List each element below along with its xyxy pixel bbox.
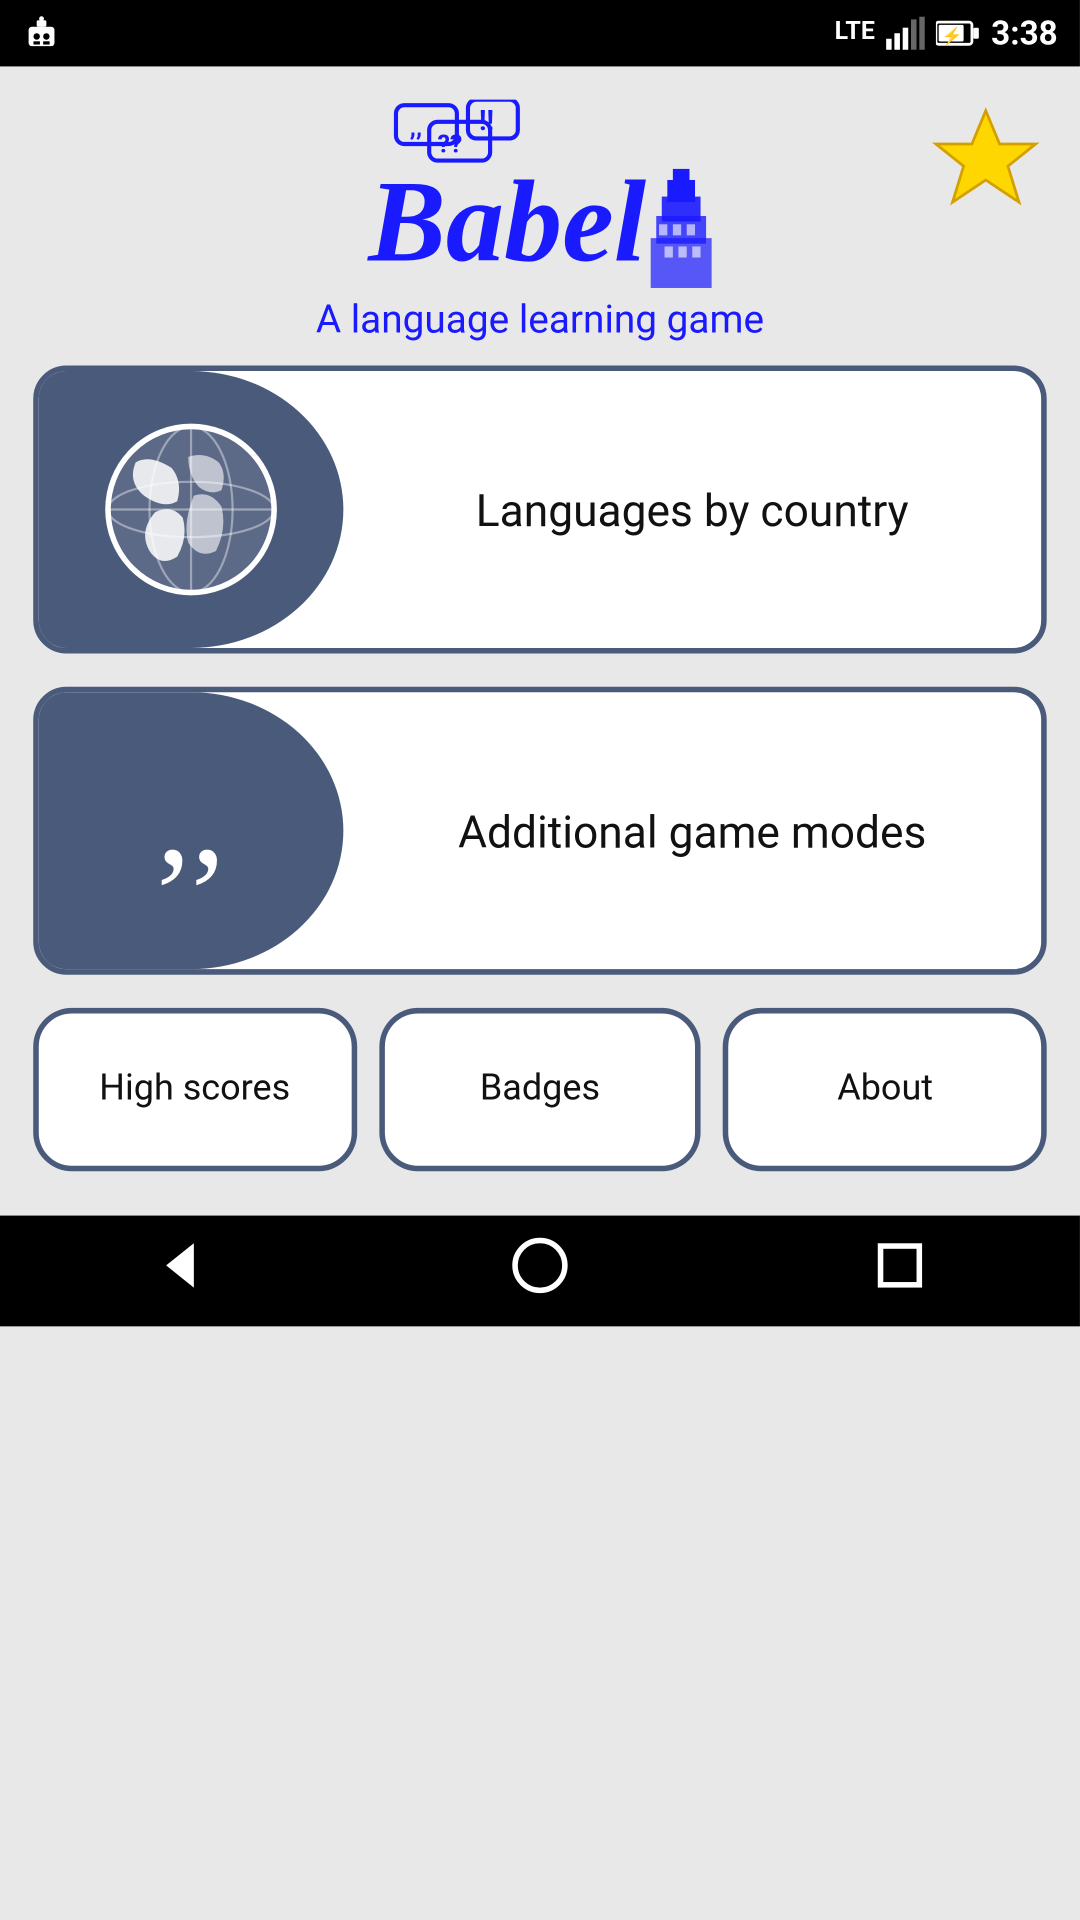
app-subtitle: A language learning game xyxy=(316,299,764,343)
home-button[interactable] xyxy=(509,1234,570,1309)
battery-icon: ⚡ xyxy=(936,19,980,47)
languages-by-country-card[interactable]: Languages by country xyxy=(33,366,1046,654)
svg-text:,,: ,, xyxy=(410,114,422,143)
logo-area: ,, !! ?? Babel xyxy=(316,100,764,344)
svg-text:⚡: ⚡ xyxy=(941,26,962,47)
globe-icon xyxy=(94,413,288,607)
svg-text:??: ?? xyxy=(438,130,463,159)
badges-button[interactable]: Badges xyxy=(378,1008,701,1171)
babel-logo: ,, !! ?? Babel xyxy=(318,100,761,294)
time-display: 3:38 xyxy=(991,14,1058,53)
languages-by-country-label: Languages by country xyxy=(343,371,1041,648)
quotes-icon: ,, xyxy=(156,748,225,886)
status-bar: LTE ⚡ 3:38 xyxy=(0,0,1080,66)
high-scores-button[interactable]: High scores xyxy=(33,1008,356,1171)
star-icon[interactable] xyxy=(925,100,1047,250)
status-bar-left xyxy=(22,14,61,53)
signal-icon xyxy=(886,17,925,50)
lte-indicator: LTE xyxy=(835,19,875,47)
recent-apps-button[interactable] xyxy=(869,1234,930,1309)
globe-icon-area xyxy=(39,371,344,648)
high-scores-label: High scores xyxy=(99,1069,290,1111)
svg-text:Babel: Babel xyxy=(366,157,646,286)
nav-bar xyxy=(0,1216,1080,1327)
status-bar-right: LTE ⚡ 3:38 xyxy=(835,14,1058,53)
header: ,, !! ?? Babel xyxy=(33,100,1046,344)
back-button[interactable] xyxy=(150,1234,211,1309)
badges-label: Badges xyxy=(480,1069,600,1111)
additional-game-modes-label: Additional game modes xyxy=(343,692,1041,969)
quotes-icon-area: ,, xyxy=(39,692,344,969)
robot-icon xyxy=(22,14,61,53)
main-content: ,, !! ?? Babel xyxy=(0,66,1080,1215)
about-button[interactable]: About xyxy=(724,1008,1047,1171)
bottom-buttons-row: High scores Badges About xyxy=(33,1008,1046,1171)
additional-game-modes-card[interactable]: ,, Additional game modes xyxy=(33,687,1046,975)
about-label: About xyxy=(837,1069,933,1111)
